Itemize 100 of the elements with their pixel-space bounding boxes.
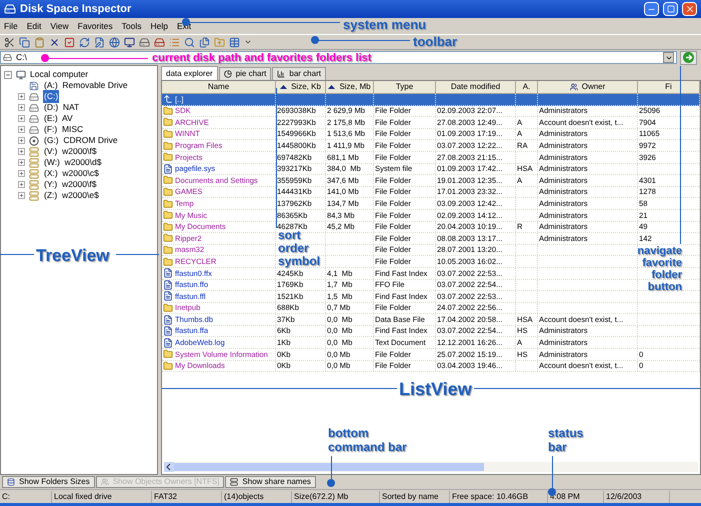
- up-folder-icon: [163, 94, 173, 104]
- list-icon[interactable]: [169, 36, 180, 48]
- leader-line: [552, 456, 553, 489]
- horizontal-scrollbar[interactable]: [164, 462, 698, 472]
- tree-item[interactable]: Local computer: [30, 68, 88, 81]
- plus-icon: [19, 182, 24, 187]
- tree-item[interactable]: (Y:) w2000\f$: [43, 178, 98, 191]
- annotation-label: sort order symbol: [278, 229, 318, 268]
- annotation-label: navigate favorite folder button: [636, 245, 682, 293]
- path-value: C:\: [16, 51, 27, 64]
- expand-toggle[interactable]: [18, 104, 25, 111]
- menu-item[interactable]: Help: [150, 20, 168, 32]
- annotation-label: status bar: [548, 426, 584, 454]
- collapse-toggle[interactable]: [4, 70, 12, 78]
- network-drive-icon: [29, 168, 39, 178]
- expand-toggle[interactable]: [18, 137, 25, 144]
- pie-chart-icon: [224, 70, 232, 78]
- go-button[interactable]: [680, 50, 697, 64]
- expand-toggle[interactable]: [18, 159, 25, 166]
- leader-line: [331, 456, 332, 480]
- folder-icon: [163, 140, 173, 151]
- tree-item[interactable]: (G:) CDROM Drive: [43, 134, 119, 147]
- tab[interactable]: pie chart: [218, 67, 272, 80]
- delete-icon[interactable]: [49, 36, 60, 48]
- plus-icon: [19, 138, 24, 143]
- tree-item[interactable]: (V:) w2000\f$: [43, 145, 98, 158]
- window-title: Disk Space Inspector: [20, 2, 132, 17]
- menu-item[interactable]: Favorites: [78, 20, 113, 32]
- expand-toggle[interactable]: [18, 148, 25, 155]
- network-drive-icon: [29, 190, 39, 200]
- command-button[interactable]: Show Folders Sizes: [2, 476, 95, 488]
- annotation-label: toolbar: [413, 33, 458, 51]
- command-button[interactable]: Show share names: [225, 476, 316, 488]
- tree-item[interactable]: (D:) NAT: [43, 101, 80, 114]
- maximize-button[interactable]: [663, 2, 678, 16]
- expand-toggle[interactable]: [18, 115, 25, 122]
- globe-icon[interactable]: [109, 36, 120, 48]
- tree-item[interactable]: (X:) w2000\c$: [43, 167, 100, 180]
- search-icon[interactable]: [184, 36, 195, 48]
- clipboard-icon[interactable]: [34, 36, 45, 48]
- checkbox-icon[interactable]: [64, 36, 75, 48]
- leader-line: [116, 254, 159, 255]
- expand-toggle[interactable]: [18, 126, 25, 133]
- tree-item[interactable]: (E:) AV: [43, 112, 74, 125]
- plus-icon: [19, 127, 24, 132]
- plus-icon: [19, 94, 24, 99]
- tree-item[interactable]: (W:) w2000\d$: [43, 156, 102, 169]
- menu-item[interactable]: Tools: [122, 20, 142, 32]
- file-icon: [163, 164, 173, 174]
- network-drive-icon: [29, 158, 39, 168]
- edit-icon[interactable]: [94, 36, 105, 48]
- expand-toggle[interactable]: [18, 181, 25, 188]
- copy-icon[interactable]: [19, 36, 30, 48]
- database-icon: [7, 478, 15, 486]
- tree-item[interactable]: (C:): [43, 90, 60, 103]
- plus-icon: [19, 105, 24, 110]
- drive-icon: [29, 114, 39, 124]
- floppy-icon: [29, 80, 39, 90]
- folder-icon: [163, 360, 173, 371]
- expand-toggle[interactable]: [18, 93, 25, 100]
- menu-item[interactable]: File: [4, 20, 18, 32]
- scrollbar-thumb[interactable]: [174, 463, 484, 471]
- annotation-label: ListView: [399, 378, 472, 401]
- tree-item[interactable]: (A:) Removable Drive: [43, 79, 129, 92]
- drive-icon[interactable]: [139, 36, 150, 48]
- folder-icon: [163, 187, 173, 198]
- drive-icon: [29, 102, 39, 112]
- tree-item[interactable]: (Z:) w2000\e$: [43, 189, 100, 202]
- drive-icon: [29, 92, 39, 102]
- folder-icon: [163, 222, 173, 232]
- drive-icon[interactable]: [154, 36, 165, 48]
- expand-toggle[interactable]: [18, 170, 25, 177]
- tab[interactable]: bar chart: [272, 67, 326, 80]
- folder-icon: [163, 256, 173, 267]
- cd-icon: [29, 136, 39, 146]
- file-icon: [163, 280, 173, 290]
- menu-item[interactable]: View: [50, 20, 69, 32]
- dropdown-button[interactable]: [663, 52, 674, 63]
- folder-icon: [163, 210, 173, 220]
- annotation-label: system menu: [343, 16, 426, 34]
- plus-icon: [19, 193, 24, 198]
- minimize-button[interactable]: [644, 2, 659, 16]
- owner-icon: [570, 83, 578, 91]
- file-icon: [163, 338, 173, 348]
- network-drive-icon: [29, 180, 39, 190]
- dropdown-caret-icon[interactable]: [244, 38, 252, 46]
- files-icon[interactable]: [199, 36, 210, 48]
- monitor-icon[interactable]: [124, 36, 135, 48]
- folder-icon: [163, 129, 173, 140]
- plus-icon: [19, 160, 24, 165]
- expand-toggle[interactable]: [18, 192, 25, 199]
- scissors-icon[interactable]: [4, 36, 15, 48]
- menu-item[interactable]: Edit: [26, 20, 42, 32]
- refresh-icon[interactable]: [79, 36, 90, 48]
- close-button[interactable]: [682, 2, 697, 16]
- tree-item[interactable]: (F:) MISC: [43, 123, 84, 136]
- drive-icon: [29, 124, 39, 134]
- tab[interactable]: data explorer: [161, 66, 218, 80]
- table-icon[interactable]: [229, 36, 240, 48]
- scroll-left-icon[interactable]: [164, 462, 174, 472]
